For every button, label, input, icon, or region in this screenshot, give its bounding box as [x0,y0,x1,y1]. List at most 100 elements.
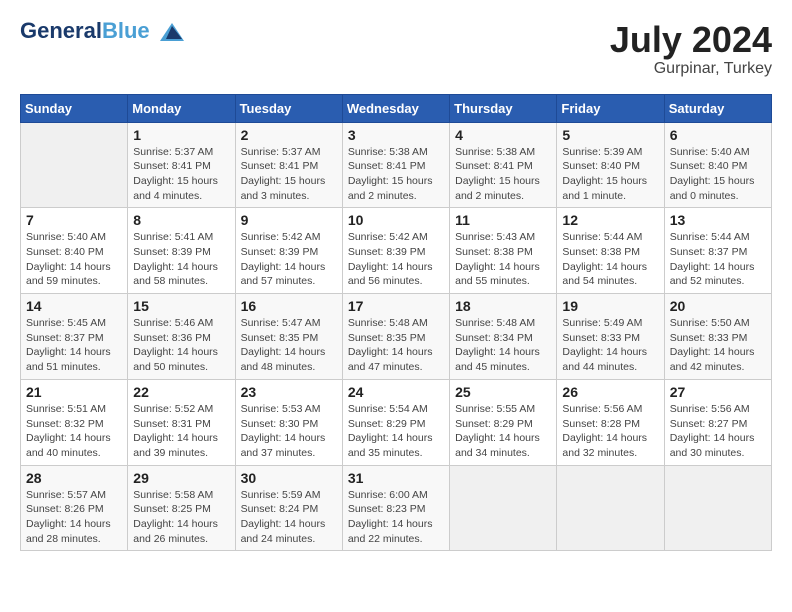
col-header-thursday: Thursday [450,94,557,122]
calendar-cell: 14 Sunrise: 5:45 AM Sunset: 8:37 PM Dayli… [21,294,128,380]
day-number: 21 [26,384,122,400]
col-header-saturday: Saturday [664,94,771,122]
day-info: Sunrise: 5:42 AM Sunset: 8:39 PM Dayligh… [348,230,444,289]
day-info: Sunrise: 5:56 AM Sunset: 8:28 PM Dayligh… [562,402,658,461]
day-info: Sunrise: 5:50 AM Sunset: 8:33 PM Dayligh… [670,316,766,375]
col-header-friday: Friday [557,94,664,122]
calendar-cell: 25 Sunrise: 5:55 AM Sunset: 8:29 PM Dayli… [450,379,557,465]
title-block: July 2024 Gurpinar, Turkey [610,20,772,78]
calendar-cell: 10 Sunrise: 5:42 AM Sunset: 8:39 PM Dayli… [342,208,449,294]
day-number: 16 [241,298,337,314]
calendar-cell: 7Sunrise: 5:40 AM Sunset: 8:40 PM Daylig… [21,208,128,294]
day-number: 11 [455,212,551,228]
day-info: Sunrise: 5:52 AM Sunset: 8:31 PM Dayligh… [133,402,229,461]
day-info: Sunrise: 5:42 AM Sunset: 8:39 PM Dayligh… [241,230,337,289]
calendar-cell: 16 Sunrise: 5:47 AM Sunset: 8:35 PM Dayli… [235,294,342,380]
day-number: 14 [26,298,122,314]
day-info: Sunrise: 5:37 AM Sunset: 8:41 PM Dayligh… [133,145,229,204]
day-info: Sunrise: 5:53 AM Sunset: 8:30 PM Dayligh… [241,402,337,461]
day-info: Sunrise: 5:55 AM Sunset: 8:29 PM Dayligh… [455,402,551,461]
calendar-cell: 27Sunrise: 5:56 AM Sunset: 8:27 PM Dayli… [664,379,771,465]
calendar-cell: 26 Sunrise: 5:56 AM Sunset: 8:28 PM Dayli… [557,379,664,465]
calendar-cell: 11 Sunrise: 5:43 AM Sunset: 8:38 PM Dayli… [450,208,557,294]
day-number: 15 [133,298,229,314]
day-number: 7 [26,212,122,228]
day-number: 28 [26,470,122,486]
calendar-cell [557,465,664,551]
calendar-cell: 13Sunrise: 5:44 AM Sunset: 8:37 PM Dayli… [664,208,771,294]
day-info: Sunrise: 5:37 AM Sunset: 8:41 PM Dayligh… [241,145,337,204]
day-number: 25 [455,384,551,400]
calendar-cell: 29 Sunrise: 5:58 AM Sunset: 8:25 PM Dayli… [128,465,235,551]
calendar-cell: 9 Sunrise: 5:42 AM Sunset: 8:39 PM Daylig… [235,208,342,294]
day-info: Sunrise: 5:46 AM Sunset: 8:36 PM Dayligh… [133,316,229,375]
day-number: 9 [241,212,337,228]
logo-blue: Blue [102,18,150,43]
day-info: Sunrise: 5:43 AM Sunset: 8:38 PM Dayligh… [455,230,551,289]
day-info: Sunrise: 5:49 AM Sunset: 8:33 PM Dayligh… [562,316,658,375]
day-number: 1 [133,127,229,143]
calendar-cell [21,122,128,208]
calendar-cell [664,465,771,551]
day-number: 24 [348,384,444,400]
calendar-cell: 17 Sunrise: 5:48 AM Sunset: 8:35 PM Dayli… [342,294,449,380]
day-number: 10 [348,212,444,228]
calendar-cell: 1 Sunrise: 5:37 AM Sunset: 8:41 PM Daylig… [128,122,235,208]
day-info: Sunrise: 6:00 AM Sunset: 8:23 PM Dayligh… [348,488,444,547]
calendar-week-4: 21 Sunrise: 5:51 AM Sunset: 8:32 PM Dayli… [21,379,772,465]
day-info: Sunrise: 5:48 AM Sunset: 8:35 PM Dayligh… [348,316,444,375]
location-title: Gurpinar, Turkey [610,60,772,78]
day-info: Sunrise: 5:47 AM Sunset: 8:35 PM Dayligh… [241,316,337,375]
day-info: Sunrise: 5:51 AM Sunset: 8:32 PM Dayligh… [26,402,122,461]
day-number: 30 [241,470,337,486]
month-title: July 2024 [610,20,772,60]
calendar-cell: 20Sunrise: 5:50 AM Sunset: 8:33 PM Dayli… [664,294,771,380]
day-number: 13 [670,212,766,228]
day-number: 8 [133,212,229,228]
day-info: Sunrise: 5:45 AM Sunset: 8:37 PM Dayligh… [26,316,122,375]
logo-general: General [20,18,102,43]
col-header-tuesday: Tuesday [235,94,342,122]
calendar-week-3: 14 Sunrise: 5:45 AM Sunset: 8:37 PM Dayli… [21,294,772,380]
day-number: 2 [241,127,337,143]
day-info: Sunrise: 5:38 AM Sunset: 8:41 PM Dayligh… [348,145,444,204]
calendar-cell: 22 Sunrise: 5:52 AM Sunset: 8:31 PM Dayli… [128,379,235,465]
calendar-cell: 23 Sunrise: 5:53 AM Sunset: 8:30 PM Dayli… [235,379,342,465]
calendar-cell: 5Sunrise: 5:39 AM Sunset: 8:40 PM Daylig… [557,122,664,208]
day-info: Sunrise: 5:54 AM Sunset: 8:29 PM Dayligh… [348,402,444,461]
calendar-table: SundayMondayTuesdayWednesdayThursdayFrid… [20,94,772,552]
day-number: 12 [562,212,658,228]
day-info: Sunrise: 5:39 AM Sunset: 8:40 PM Dayligh… [562,145,658,204]
col-header-wednesday: Wednesday [342,94,449,122]
day-info: Sunrise: 5:44 AM Sunset: 8:38 PM Dayligh… [562,230,658,289]
day-number: 17 [348,298,444,314]
calendar-cell: 6 Sunrise: 5:40 AM Sunset: 8:40 PM Daylig… [664,122,771,208]
calendar-cell: 3 Sunrise: 5:38 AM Sunset: 8:41 PM Daylig… [342,122,449,208]
calendar-cell: 18Sunrise: 5:48 AM Sunset: 8:34 PM Dayli… [450,294,557,380]
calendar-cell: 30 Sunrise: 5:59 AM Sunset: 8:24 PM Dayli… [235,465,342,551]
day-number: 23 [241,384,337,400]
day-number: 3 [348,127,444,143]
day-number: 22 [133,384,229,400]
logo-text: GeneralBlue [20,20,186,43]
calendar-cell: 24 Sunrise: 5:54 AM Sunset: 8:29 PM Dayli… [342,379,449,465]
calendar-week-2: 7Sunrise: 5:40 AM Sunset: 8:40 PM Daylig… [21,208,772,294]
day-number: 26 [562,384,658,400]
day-info: Sunrise: 5:40 AM Sunset: 8:40 PM Dayligh… [670,145,766,204]
day-info: Sunrise: 5:48 AM Sunset: 8:34 PM Dayligh… [455,316,551,375]
calendar-cell [450,465,557,551]
day-info: Sunrise: 5:58 AM Sunset: 8:25 PM Dayligh… [133,488,229,547]
calendar-cell: 28Sunrise: 5:57 AM Sunset: 8:26 PM Dayli… [21,465,128,551]
day-number: 29 [133,470,229,486]
day-number: 6 [670,127,766,143]
calendar-cell: 31 Sunrise: 6:00 AM Sunset: 8:23 PM Dayli… [342,465,449,551]
day-info: Sunrise: 5:41 AM Sunset: 8:39 PM Dayligh… [133,230,229,289]
logo: GeneralBlue [20,20,186,43]
logo-icon [158,21,186,43]
col-header-monday: Monday [128,94,235,122]
calendar-week-5: 28Sunrise: 5:57 AM Sunset: 8:26 PM Dayli… [21,465,772,551]
col-header-sunday: Sunday [21,94,128,122]
calendar-cell: 21 Sunrise: 5:51 AM Sunset: 8:32 PM Dayli… [21,379,128,465]
day-info: Sunrise: 5:59 AM Sunset: 8:24 PM Dayligh… [241,488,337,547]
day-number: 31 [348,470,444,486]
